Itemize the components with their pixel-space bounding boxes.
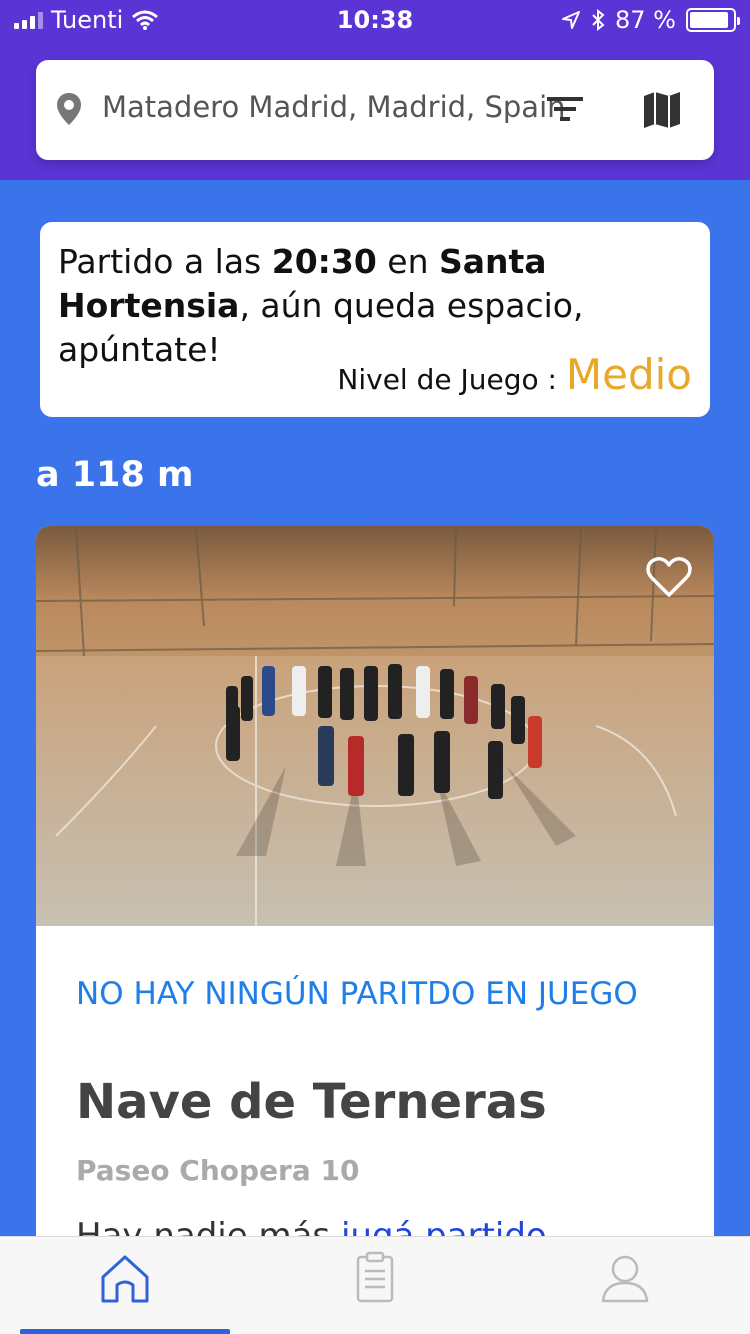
tab-matches[interactable] [250,1251,500,1321]
battery-percent: 87 % [615,6,676,34]
level-label: Nivel de Juego : [337,363,566,396]
level-value: Medio [565,350,692,399]
battery-icon [686,8,740,32]
user-icon [601,1255,649,1303]
venue-photo [36,526,714,926]
play-level: Nivel de Juego : Medio [337,350,692,399]
filter-icon[interactable] [546,94,584,124]
tab-bar [0,1236,750,1334]
status-bar: Tuenti 10:38 87 % [0,0,750,40]
location-search-bar[interactable]: Matadero Madrid, Madrid, Spain [36,60,714,160]
match-status: NO HAY NINGÚN PARITDO EN JUEGO [76,976,638,1012]
bluetooth-icon [592,9,605,31]
clipboard-icon [356,1251,394,1303]
venue-card[interactable]: NO HAY NINGÚN PARITDO EN JUEGO Nave de T… [36,526,714,1286]
map-icon[interactable] [642,90,682,130]
app-header: Tuenti 10:38 87 % Matadero Madrid, Madri… [0,0,750,180]
match-banner[interactable]: Partido a las 20:30 en Santa Hortensia, … [40,222,710,417]
location-arrow-icon [562,11,581,29]
venue-name: Nave de Terneras [76,1074,547,1130]
tab-profile[interactable] [500,1251,750,1321]
heart-icon[interactable] [646,556,692,598]
distance-label: a 118 m [36,455,194,495]
location-text[interactable]: Matadero Madrid, Madrid, Spain [102,90,566,124]
active-tab-indicator [20,1329,230,1334]
tab-home[interactable] [0,1251,250,1321]
venue-address: Paseo Chopera 10 [76,1154,360,1187]
home-icon [101,1255,149,1303]
map-pin-icon [57,93,81,125]
